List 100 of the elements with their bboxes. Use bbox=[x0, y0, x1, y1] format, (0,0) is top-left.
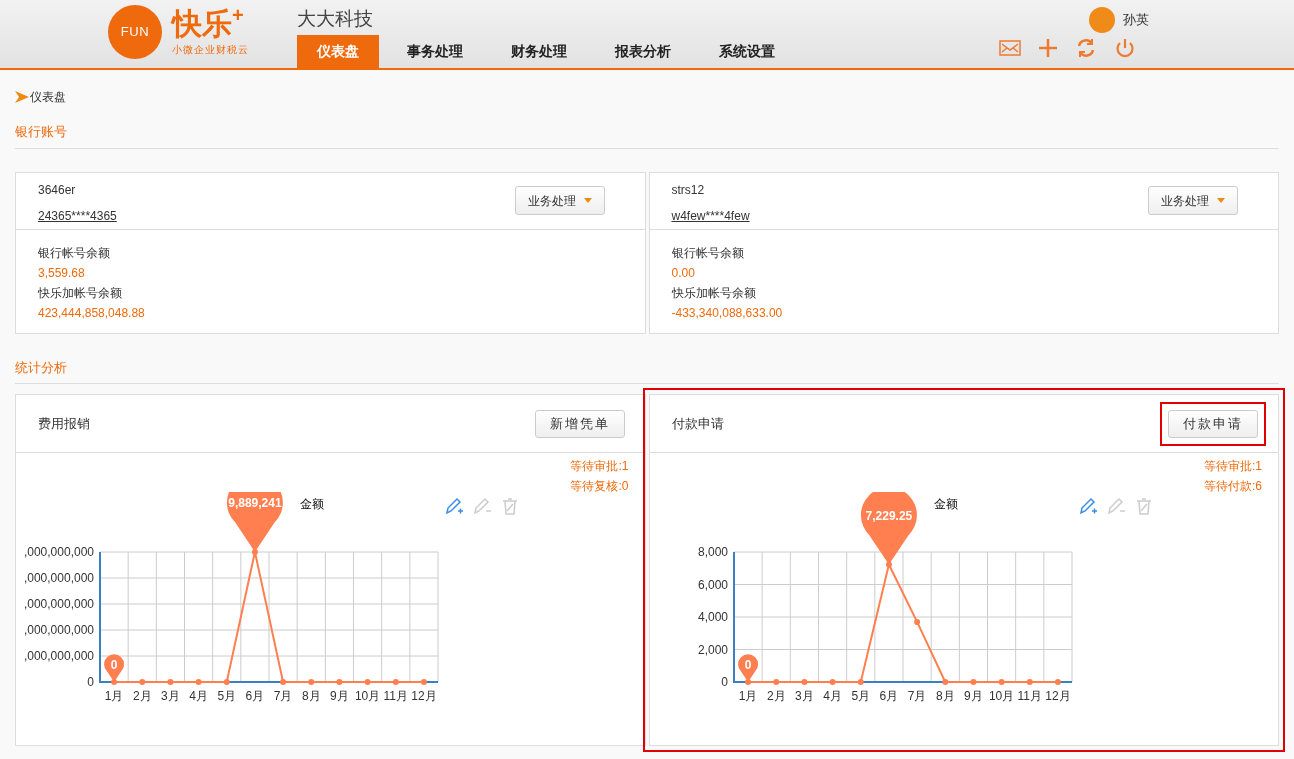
data-point bbox=[857, 679, 864, 685]
brand-plus: + bbox=[232, 6, 244, 24]
axis-label: ,000,000,000 bbox=[23, 597, 94, 611]
data-point bbox=[223, 679, 230, 685]
axis-label: 5月 bbox=[850, 689, 870, 703]
balance-label: 快乐加帐号余额 bbox=[38, 284, 123, 302]
pencil-plus-icon[interactable] bbox=[1077, 496, 1098, 516]
data-point bbox=[336, 679, 343, 685]
brand-name: 快乐 bbox=[172, 6, 232, 42]
status-count: 等待审批:1 bbox=[1204, 458, 1262, 475]
brand-slogan: 小微企业财税云 bbox=[172, 43, 249, 57]
axis-label: 1月 bbox=[104, 689, 124, 703]
axis-label: 8,000 bbox=[697, 545, 728, 559]
axis-label: 2月 bbox=[766, 689, 786, 703]
data-point bbox=[969, 679, 976, 685]
axis-label: 4,000 bbox=[697, 610, 728, 624]
axis-label: 8月 bbox=[935, 689, 955, 703]
data-point bbox=[392, 679, 399, 685]
axis-label: ,000,000,000 bbox=[23, 623, 94, 637]
axis-label: 7月 bbox=[907, 689, 926, 703]
balance-value: 0.00 bbox=[671, 264, 696, 282]
arrow-icon bbox=[15, 91, 29, 103]
axis-label: 2,000 bbox=[697, 642, 728, 657]
annotation: 0 bbox=[110, 657, 118, 672]
logo-badge: FUN bbox=[108, 5, 162, 59]
axis-label: 1月 bbox=[738, 689, 757, 703]
power-icon[interactable] bbox=[1114, 37, 1136, 59]
axis-label: 4月 bbox=[822, 689, 842, 703]
value-pin: 7,229.25 bbox=[860, 492, 917, 565]
axis-label: 11月 bbox=[383, 689, 408, 703]
user-name[interactable]: 孙英 bbox=[1123, 10, 1149, 30]
data-point bbox=[364, 679, 371, 685]
data-point bbox=[308, 679, 315, 685]
axis-label: 5月 bbox=[217, 689, 237, 703]
axis-label: 2月 bbox=[132, 689, 152, 703]
action-dropdown[interactable]: 业务处理 bbox=[514, 186, 605, 215]
data-point bbox=[772, 679, 779, 685]
panel-title: 付款申请 bbox=[671, 414, 724, 433]
data-point bbox=[420, 679, 427, 685]
account-number-link[interactable]: w4few****4few bbox=[671, 206, 750, 225]
panel-button[interactable]: 付款申请 bbox=[1168, 409, 1258, 438]
data-point bbox=[941, 679, 948, 685]
avatar[interactable] bbox=[1089, 7, 1115, 33]
data-point bbox=[195, 679, 202, 685]
axis-label: 11月 bbox=[1017, 689, 1042, 703]
data-point bbox=[280, 679, 287, 685]
axis-label: 12月 bbox=[1044, 689, 1071, 703]
nav-tab[interactable]: 财务处理 bbox=[491, 35, 587, 68]
axis-label: 7月 bbox=[273, 689, 293, 703]
axis-label: 9月 bbox=[330, 689, 349, 703]
status-count: 等待付款:6 bbox=[1204, 478, 1262, 495]
action-dropdown[interactable]: 业务处理 bbox=[1148, 186, 1238, 215]
data-point bbox=[998, 679, 1005, 685]
pencil-minus-icon[interactable] bbox=[472, 496, 492, 516]
value-pin: 0 bbox=[104, 654, 125, 682]
company-name: 大大科技 bbox=[297, 7, 374, 31]
trash-icon[interactable] bbox=[500, 496, 520, 516]
axis-label: 4月 bbox=[189, 689, 208, 703]
pencil-minus-icon[interactable] bbox=[1105, 496, 1126, 516]
value-pin: 9,889,241 bbox=[226, 492, 283, 552]
axis-label: 3月 bbox=[794, 689, 814, 703]
refresh-icon[interactable] bbox=[1075, 37, 1097, 59]
account-number-link[interactable]: 24365****4365 bbox=[38, 206, 117, 225]
axis-label: 9月 bbox=[963, 689, 983, 703]
nav-tab[interactable]: 系统设置 bbox=[699, 35, 795, 68]
nav-tab[interactable]: 事务处理 bbox=[387, 35, 483, 68]
value-pin: 0 bbox=[737, 654, 758, 682]
axis-label: 6月 bbox=[879, 689, 898, 703]
data-point bbox=[800, 679, 807, 685]
balance-label: 银行帐号余额 bbox=[671, 244, 745, 262]
balance-label: 快乐加帐号余额 bbox=[671, 284, 757, 302]
balance-value: -433,340,088,633.00 bbox=[671, 304, 784, 322]
axis-label: ,000,000,000 bbox=[23, 649, 94, 663]
pencil-plus-icon[interactable] bbox=[444, 496, 464, 516]
nav-tab[interactable]: 报表分析 bbox=[595, 35, 691, 68]
breadcrumb-link[interactable]: 仪表盘 bbox=[30, 88, 66, 106]
data-point bbox=[829, 679, 836, 685]
axis-label: 3月 bbox=[161, 689, 180, 703]
data-point bbox=[139, 679, 146, 685]
account-name: strs12 bbox=[671, 181, 706, 199]
axis-label: 0 bbox=[87, 675, 94, 689]
axis-label: 8月 bbox=[301, 689, 321, 703]
data-point bbox=[1026, 679, 1033, 685]
section-title: 银行账号 bbox=[15, 122, 1279, 149]
account-name: 3646er bbox=[38, 181, 77, 199]
mail-icon[interactable] bbox=[999, 40, 1021, 56]
axis-label: 10月 bbox=[354, 689, 381, 703]
legend-label: 金额 bbox=[300, 497, 324, 511]
axis-label: ,000,000,000 bbox=[23, 571, 94, 585]
axis-label: ,000,000,000 bbox=[23, 545, 94, 559]
data-point bbox=[167, 679, 174, 685]
axis-label: 0 bbox=[720, 675, 728, 689]
legend-label: 金额 bbox=[933, 497, 958, 511]
axis-label: 6,000 bbox=[697, 577, 728, 592]
caret-icon bbox=[1217, 198, 1225, 203]
axis-label: 6月 bbox=[245, 689, 265, 703]
plus-icon[interactable] bbox=[1038, 38, 1058, 58]
balance-value: 423,444,858,048.88 bbox=[38, 304, 146, 322]
annotation: 0 bbox=[744, 657, 752, 672]
panel-button[interactable]: 新增凭单 bbox=[534, 409, 625, 438]
